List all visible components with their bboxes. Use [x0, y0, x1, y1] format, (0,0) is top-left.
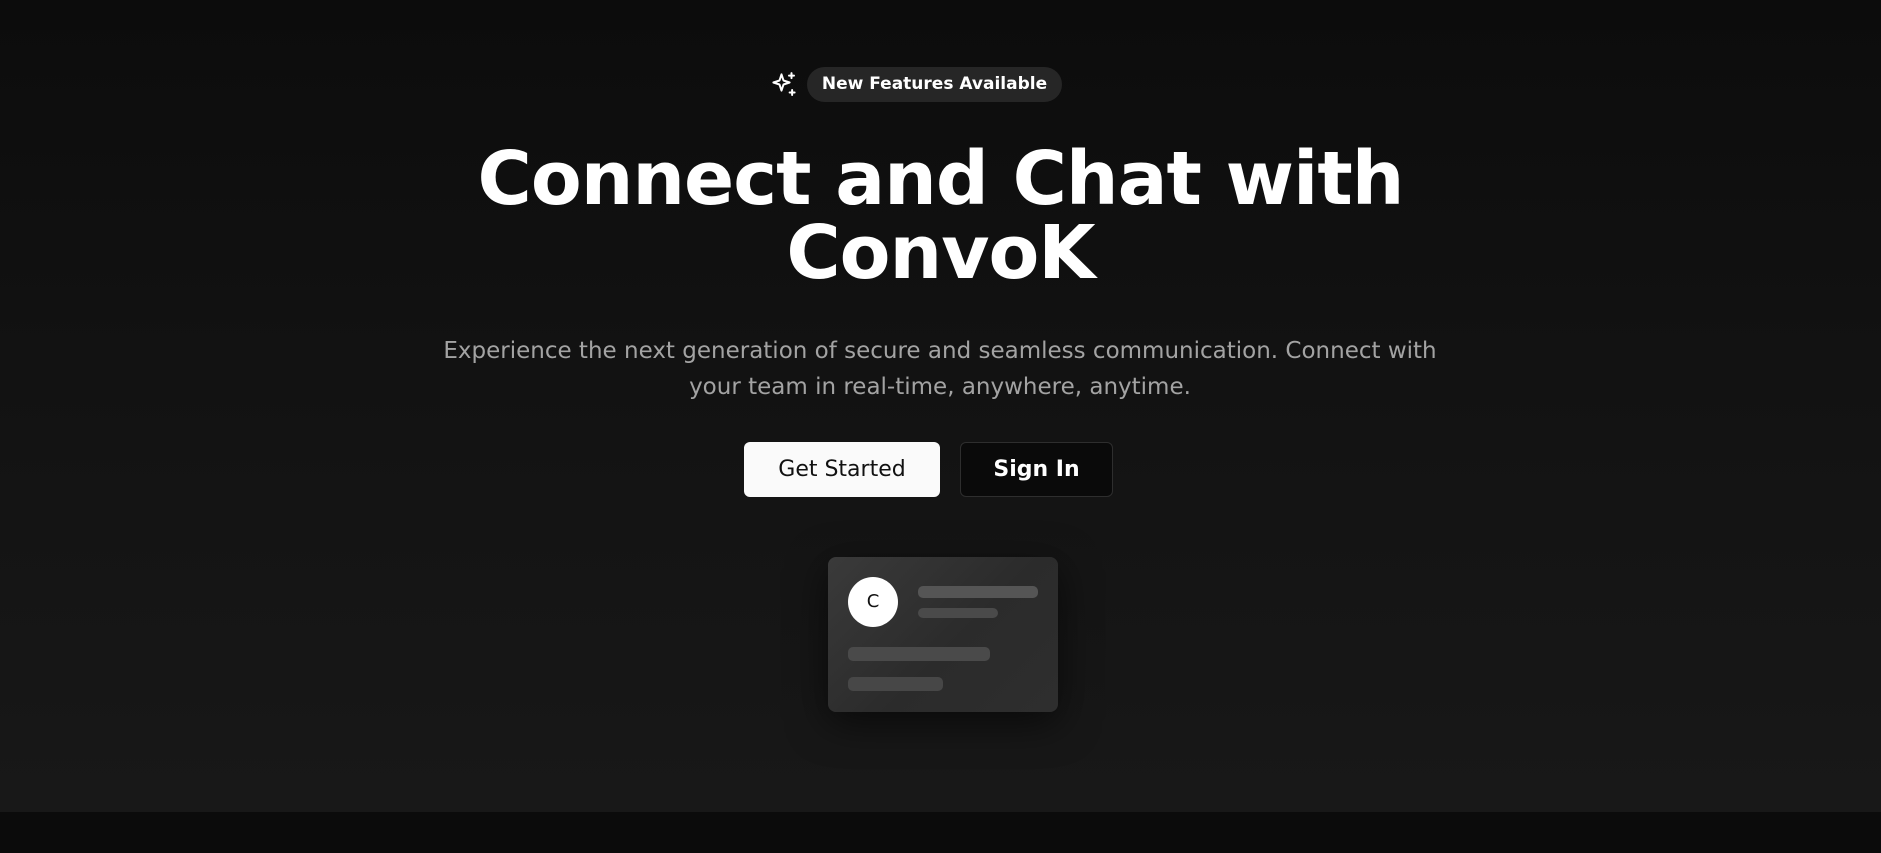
title-line-2: ConvoK — [786, 210, 1095, 296]
hero-section: New Features Available Connect and Chat … — [0, 0, 1881, 812]
get-started-button[interactable]: Get Started — [744, 442, 940, 497]
new-features-badge[interactable]: New Features Available — [806, 67, 1063, 102]
sign-in-button[interactable]: Sign In — [960, 442, 1113, 497]
sparkles-icon — [769, 70, 799, 100]
skeleton-status-line — [918, 608, 998, 618]
skeleton-message-line-short — [848, 677, 943, 691]
page-title: Connect and Chat with ConvoK — [0, 142, 1881, 290]
skeleton-name-line — [918, 586, 1038, 598]
chat-preview-card: C — [828, 557, 1058, 712]
hero-subtitle: Experience the next generation of secure… — [443, 338, 1437, 400]
footer-strip — [0, 812, 1881, 853]
cta-buttons: Get Started Sign In — [0, 442, 1881, 497]
title-line-1: Connect and Chat with — [477, 136, 1405, 222]
skeleton-message-line — [848, 647, 990, 661]
avatar: C — [848, 577, 898, 627]
announcement-row: New Features Available — [0, 67, 1881, 102]
